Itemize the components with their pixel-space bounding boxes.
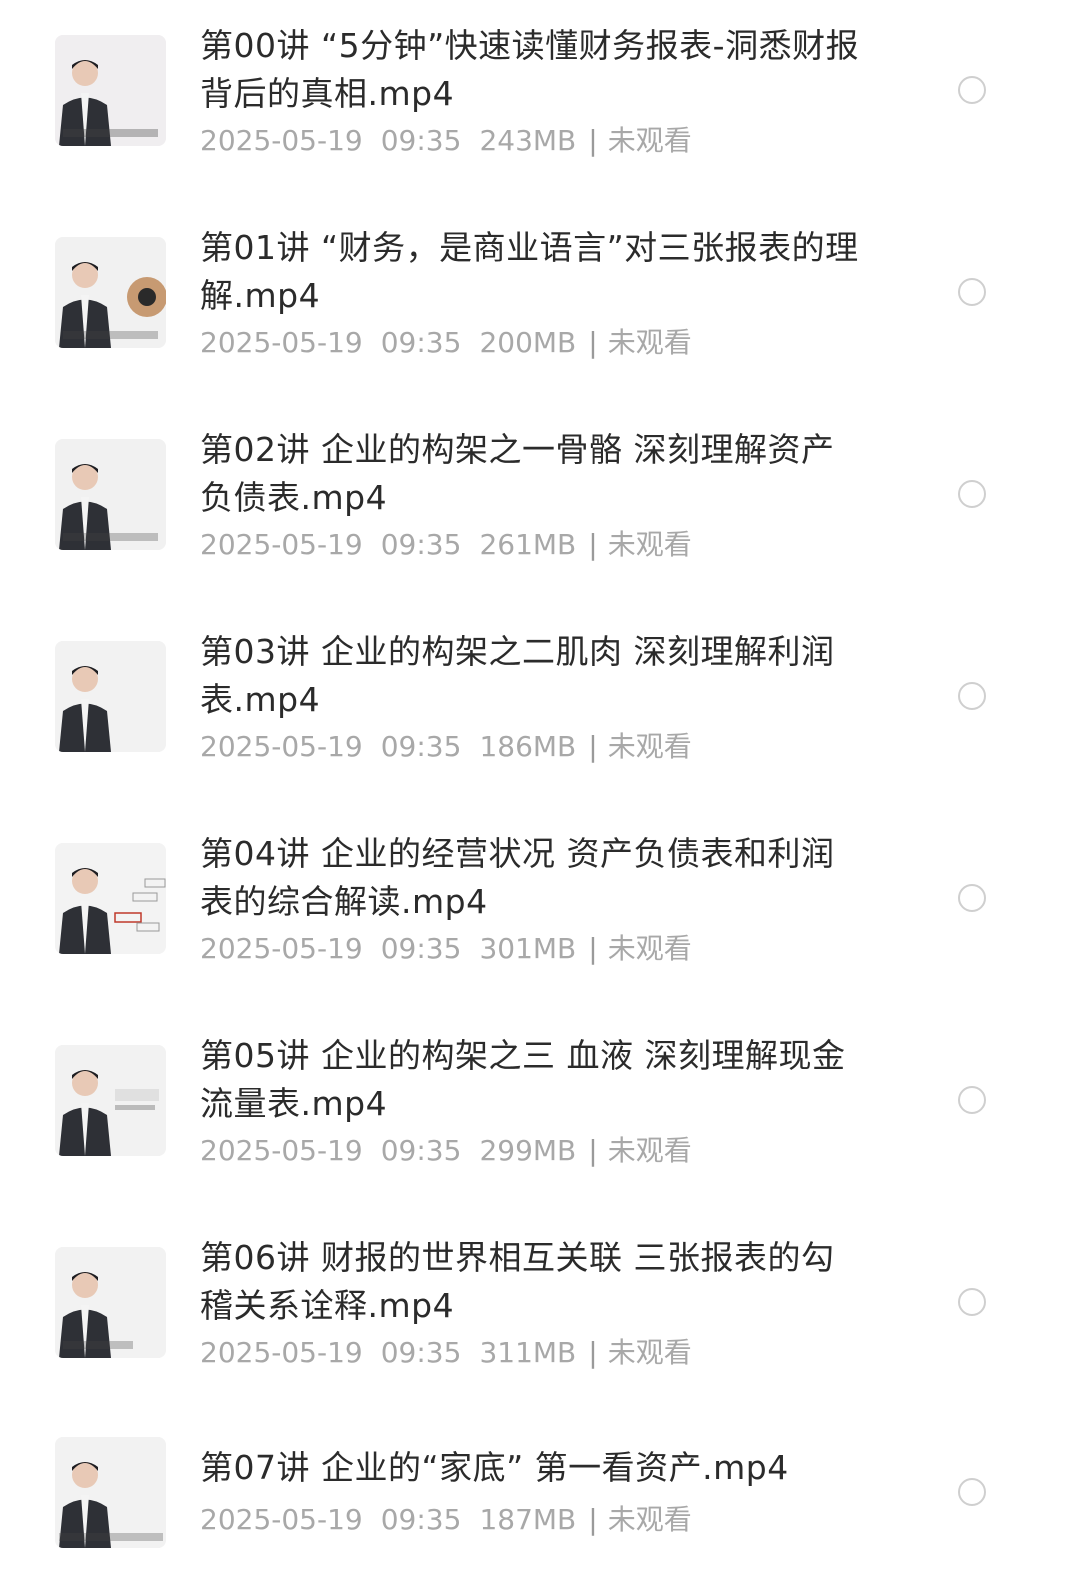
watch-status: 未观看: [607, 326, 692, 359]
meta-separator: |: [588, 1336, 598, 1369]
meta-separator: |: [588, 1503, 598, 1536]
file-meta: 2025-05-19 09:35 261MB | 未观看: [200, 527, 692, 563]
meta-separator: |: [588, 124, 598, 157]
file-row[interactable]: 第07讲 企业的“家底” 第一看资产.mp4 2025-05-19 09:35 18…: [0, 1414, 1080, 1593]
file-list: 第00讲 “5分钟”快速读懂财务报表-洞悉财报背后的真相.mp4 2025-05…: [0, 0, 1080, 1593]
file-date: 2025-05-19: [200, 1134, 363, 1167]
file-row[interactable]: 第02讲 企业的构架之一骨骼 深刻理解资产负债表.mp4 2025-05-19 0…: [0, 404, 1080, 606]
file-size: 299MB: [479, 1134, 577, 1167]
file-date: 2025-05-19: [200, 1336, 363, 1369]
file-size: 187MB: [479, 1503, 577, 1536]
meta-separator: |: [588, 528, 598, 561]
video-thumbnail: [55, 237, 166, 348]
file-size: 301MB: [479, 932, 577, 965]
file-meta: 2025-05-19 09:35 299MB | 未观看: [200, 1133, 692, 1169]
file-size: 243MB: [479, 124, 577, 157]
file-title: 第01讲 “财务，是商业语言”对三张报表的理解.mp4: [200, 228, 859, 315]
file-title: 第04讲 企业的经营状况 资产负债表和利润表的综合解读.mp4: [200, 834, 835, 921]
watch-status: 未观看: [607, 1503, 692, 1536]
file-size: 186MB: [479, 730, 577, 763]
meta-separator: |: [588, 326, 598, 359]
file-date: 2025-05-19: [200, 932, 363, 965]
watch-status: 未观看: [607, 932, 692, 965]
file-meta: 2025-05-19 09:35 311MB | 未观看: [200, 1335, 692, 1371]
file-row[interactable]: 第06讲 财报的世界相互关联 三张报表的勾稽关系诠释.mp4 2025-05-1…: [0, 1212, 1080, 1414]
radio-circle-icon[interactable]: [958, 480, 986, 508]
radio-circle-icon[interactable]: [958, 76, 986, 104]
video-thumbnail: [55, 1247, 166, 1358]
video-thumbnail: [55, 843, 166, 954]
file-size: 311MB: [479, 1336, 577, 1369]
file-row[interactable]: 第05讲 企业的构架之三 血液 深刻理解现金流量表.mp4 2025-05-19…: [0, 1010, 1080, 1212]
file-time: 09:35: [380, 124, 462, 157]
radio-circle-icon[interactable]: [958, 884, 986, 912]
file-date: 2025-05-19: [200, 326, 363, 359]
file-meta: 2025-05-19 09:35 186MB | 未观看: [200, 729, 692, 765]
radio-circle-icon[interactable]: [958, 278, 986, 306]
file-time: 09:35: [380, 1336, 462, 1369]
file-size: 200MB: [479, 326, 577, 359]
watch-status: 未观看: [607, 528, 692, 561]
file-row[interactable]: 第00讲 “5分钟”快速读懂财务报表-洞悉财报背后的真相.mp4 2025-05…: [0, 0, 1080, 202]
radio-circle-icon[interactable]: [958, 1288, 986, 1316]
file-row[interactable]: 第04讲 企业的经营状况 资产负债表和利润表的综合解读.mp4 2025-05-…: [0, 808, 1080, 1010]
file-time: 09:35: [380, 932, 462, 965]
file-title: 第02讲 企业的构架之一骨骼 深刻理解资产负债表.mp4: [200, 430, 835, 517]
watch-status: 未观看: [607, 124, 692, 157]
video-thumbnail: [55, 641, 166, 752]
file-date: 2025-05-19: [200, 730, 363, 763]
meta-separator: |: [588, 932, 598, 965]
file-date: 2025-05-19: [200, 124, 363, 157]
watch-status: 未观看: [607, 1336, 692, 1369]
video-thumbnail: [55, 35, 166, 146]
file-date: 2025-05-19: [200, 1503, 363, 1536]
file-meta: 2025-05-19 09:35 301MB | 未观看: [200, 931, 692, 967]
file-time: 09:35: [380, 528, 462, 561]
file-title: 第00讲 “5分钟”快速读懂财务报表-洞悉财报背后的真相.mp4: [200, 26, 860, 113]
file-time: 09:35: [380, 326, 462, 359]
file-row[interactable]: 第03讲 企业的构架之二肌肉 深刻理解利润表.mp4 2025-05-19 09:…: [0, 606, 1080, 808]
file-title: 第06讲 财报的世界相互关联 三张报表的勾稽关系诠释.mp4: [200, 1238, 835, 1325]
file-meta: 2025-05-19 09:35 187MB | 未观看: [200, 1502, 692, 1538]
video-thumbnail: [55, 1437, 166, 1548]
watch-status: 未观看: [607, 730, 692, 763]
meta-separator: |: [588, 1134, 598, 1167]
file-meta: 2025-05-19 09:35 200MB | 未观看: [200, 325, 692, 361]
radio-circle-icon[interactable]: [958, 1478, 986, 1506]
file-time: 09:35: [380, 1134, 462, 1167]
file-row[interactable]: 第01讲 “财务，是商业语言”对三张报表的理解.mp4 2025-05-19 09…: [0, 202, 1080, 404]
file-title: 第07讲 企业的“家底” 第一看资产.mp4: [200, 1448, 789, 1487]
meta-separator: |: [588, 730, 598, 763]
radio-circle-icon[interactable]: [958, 682, 986, 710]
file-meta: 2025-05-19 09:35 243MB | 未观看: [200, 123, 692, 159]
file-size: 261MB: [479, 528, 577, 561]
file-time: 09:35: [380, 730, 462, 763]
file-title: 第05讲 企业的构架之三 血液 深刻理解现金流量表.mp4: [200, 1036, 846, 1123]
file-title: 第03讲 企业的构架之二肌肉 深刻理解利润表.mp4: [200, 632, 835, 719]
video-thumbnail: [55, 1045, 166, 1156]
video-thumbnail: [55, 439, 166, 550]
file-date: 2025-05-19: [200, 528, 363, 561]
watch-status: 未观看: [607, 1134, 692, 1167]
radio-circle-icon[interactable]: [958, 1086, 986, 1114]
file-time: 09:35: [380, 1503, 462, 1536]
